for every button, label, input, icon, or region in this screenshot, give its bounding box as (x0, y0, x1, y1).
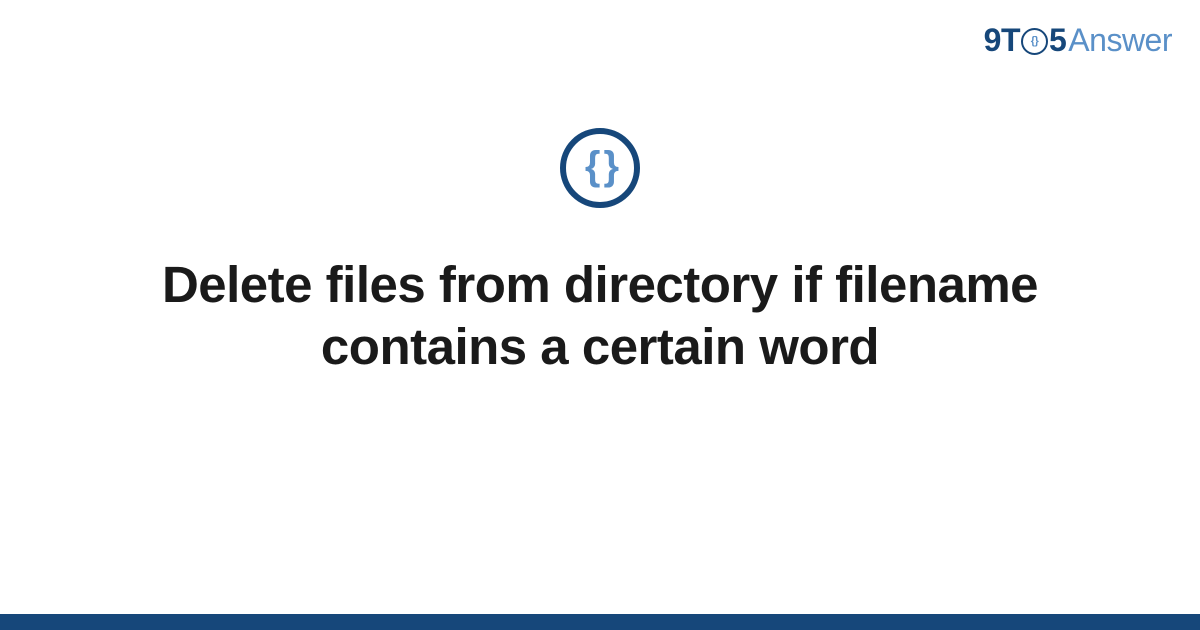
logo-prefix: 9T (984, 22, 1020, 59)
logo-word: Answer (1068, 22, 1172, 59)
category-code-icon: { } (560, 128, 640, 208)
logo-clock-inner: {} (1031, 36, 1039, 47)
footer-accent-bar (0, 614, 1200, 630)
main-content: { } Delete files from directory if filen… (0, 128, 1200, 378)
site-logo[interactable]: 9T {} 5 Answer (984, 22, 1172, 59)
page-title: Delete files from directory if filename … (120, 254, 1080, 378)
logo-clock-icon: {} (1021, 28, 1048, 55)
logo-suffix: 5 (1049, 22, 1066, 59)
braces-icon: { } (585, 146, 615, 186)
